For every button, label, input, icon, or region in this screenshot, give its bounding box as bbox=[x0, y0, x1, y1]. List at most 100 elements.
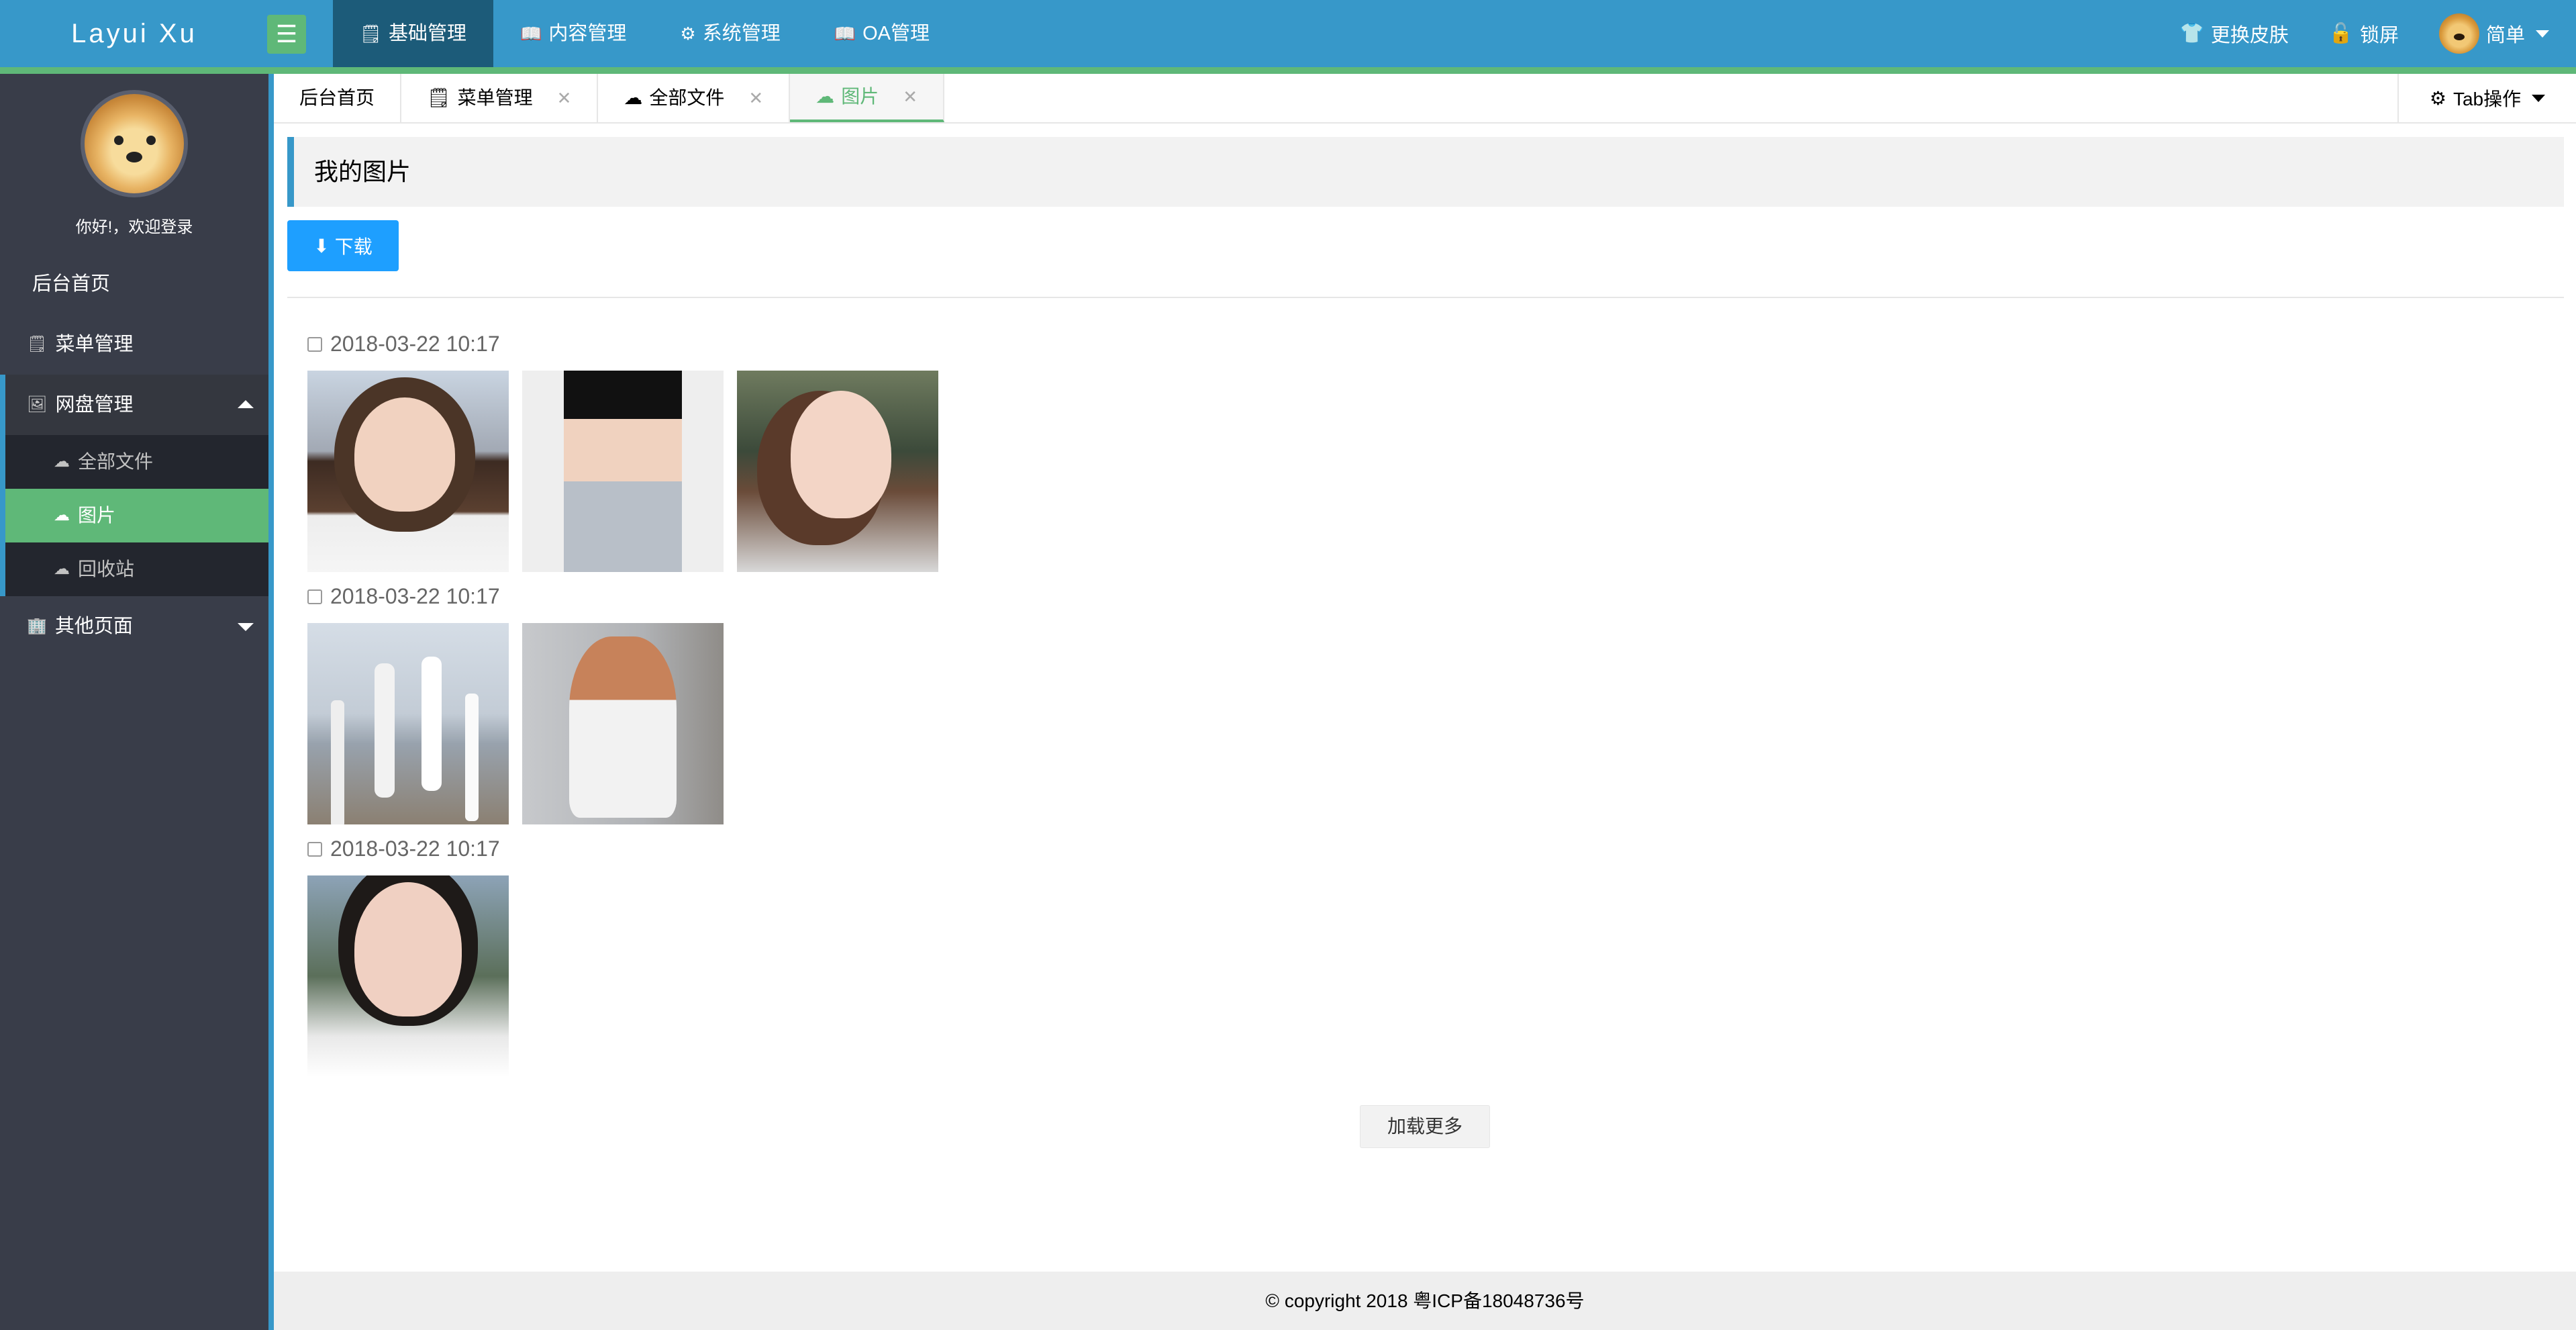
sidebar-item-menu-manage[interactable]: 🗒 菜单管理 bbox=[0, 314, 268, 375]
chevron-down-icon bbox=[2532, 94, 2546, 102]
photo-group-header: 2018-03-22 10:17 bbox=[307, 837, 500, 861]
group-checkbox[interactable] bbox=[307, 841, 322, 857]
photo-thumbnail[interactable] bbox=[307, 875, 509, 1077]
tab-label: 后台首页 bbox=[299, 87, 375, 108]
top-right-actions: 👕 更换皮肤 🔓 锁屏 简单 bbox=[2180, 0, 2549, 67]
tab-list: 后台首页 🗒 菜单管理 ✕ ☁ 全部文件 ✕ ☁ 图片 ✕ bbox=[274, 74, 944, 122]
top-header: Layui Xu ☰ 🗒 基础管理 📖 内容管理 ⚙ 系统管理 📖 OA管理 👕… bbox=[0, 0, 2576, 67]
photo-thumbnail[interactable] bbox=[522, 371, 724, 572]
netdisk-submenu: ☁ 全部文件 ☁ 图片 ☁ 回收站 bbox=[0, 435, 268, 596]
tab-label: 图片 bbox=[841, 86, 879, 107]
change-skin-button[interactable]: 👕 更换皮肤 bbox=[2180, 19, 2289, 48]
lock-screen-label: 锁屏 bbox=[2359, 25, 2399, 46]
welcome-text: 你好!，欢迎登录 bbox=[75, 218, 193, 236]
sidebar: 你好!，欢迎登录 后台首页 🗒 菜单管理 🖼 网盘管理 ☁ 全部文件 ☁ 图片 … bbox=[0, 74, 268, 1330]
photo-thumbnail[interactable] bbox=[522, 623, 724, 824]
header-accent-line bbox=[0, 67, 2576, 74]
close-icon[interactable]: ✕ bbox=[748, 74, 763, 122]
tab-all-files[interactable]: ☁ 全部文件 ✕ bbox=[598, 74, 791, 122]
tab-bar: 后台首页 🗒 菜单管理 ✕ ☁ 全部文件 ✕ ☁ 图片 ✕ ⚙ Tab操作 bbox=[274, 74, 2576, 124]
chevron-up-icon bbox=[238, 400, 254, 408]
chevron-down-icon bbox=[238, 623, 254, 631]
cloud-icon: ☁ bbox=[54, 560, 70, 578]
doc-icon: 🗒 bbox=[360, 23, 383, 44]
sidebar-item-label: 网盘管理 bbox=[55, 394, 134, 416]
photo-thumbnail[interactable] bbox=[307, 371, 509, 572]
tab-pictures[interactable]: ☁ 图片 ✕ bbox=[790, 74, 944, 122]
page-title: 我的图片 bbox=[287, 137, 2564, 207]
change-skin-label: 更换皮肤 bbox=[2210, 25, 2289, 46]
divider bbox=[287, 297, 2564, 298]
avatar bbox=[2438, 13, 2479, 54]
cloud-icon: ☁ bbox=[815, 86, 835, 107]
group-date: 2018-03-22 10:17 bbox=[330, 332, 500, 356]
main-content: 我的图片 ⬇ 下载 2018-03-22 10:17 2018-03-22 10… bbox=[274, 124, 2576, 1272]
hamburger-icon: ☰ bbox=[275, 20, 298, 48]
sidebar-item-netdisk[interactable]: 🖼 网盘管理 bbox=[0, 375, 268, 435]
close-icon[interactable]: ✕ bbox=[903, 73, 918, 121]
sidebar-item-all-files[interactable]: ☁ 全部文件 bbox=[5, 435, 268, 489]
sidebar-subitem-label: 回收站 bbox=[78, 559, 135, 579]
sidebar-subitem-label: 图片 bbox=[78, 505, 116, 526]
cloud-download-icon: ⬇ bbox=[313, 235, 330, 256]
top-nav-label: 基础管理 bbox=[389, 23, 467, 44]
tab-label: 菜单管理 bbox=[457, 87, 533, 108]
avatar-nose bbox=[126, 152, 142, 162]
logo[interactable]: Layui Xu bbox=[0, 0, 268, 67]
cloud-icon: ☁ bbox=[54, 453, 70, 471]
top-nav-content[interactable]: 📖 内容管理 bbox=[493, 0, 653, 67]
chevron-down-icon bbox=[2536, 30, 2549, 38]
group-checkbox[interactable] bbox=[307, 589, 322, 604]
sidebar-subitem-label: 全部文件 bbox=[78, 451, 154, 472]
book-icon: 📖 bbox=[834, 23, 856, 44]
sidebar-item-label: 菜单管理 bbox=[55, 334, 134, 355]
top-nav-basic[interactable]: 🗒 基础管理 bbox=[333, 0, 494, 67]
photo-group-header: 2018-03-22 10:17 bbox=[307, 584, 500, 609]
tab-home[interactable]: 后台首页 bbox=[274, 74, 402, 122]
user-menu[interactable]: 简单 bbox=[2438, 13, 2549, 54]
sidebar-avatar[interactable] bbox=[81, 90, 188, 197]
top-nav-label: 系统管理 bbox=[702, 23, 781, 44]
sidebar-item-pictures[interactable]: ☁ 图片 bbox=[5, 489, 268, 542]
group-date: 2018-03-22 10:17 bbox=[330, 584, 500, 608]
doc-icon: 🗒 bbox=[27, 335, 48, 353]
tab-menu-manage[interactable]: 🗒 菜单管理 ✕ bbox=[401, 74, 599, 122]
gear-icon: ⚙ bbox=[2429, 87, 2446, 109]
load-more-button[interactable]: 加载更多 bbox=[1360, 1105, 1490, 1148]
photo-thumbnail[interactable] bbox=[307, 623, 509, 824]
lock-icon: 🔓 bbox=[2328, 23, 2353, 44]
tab-ops-label: Tab操作 bbox=[2453, 89, 2522, 109]
image-icon: 🖼 bbox=[27, 395, 48, 414]
footer: © copyright 2018 粤ICP备18048736号 bbox=[274, 1272, 2576, 1330]
sidebar-item-recycle-bin[interactable]: ☁ 回收站 bbox=[5, 542, 268, 596]
photo-thumbnail[interactable] bbox=[737, 371, 938, 572]
menu-toggle-button[interactable]: ☰ bbox=[267, 15, 306, 54]
doc-icon: 🗒 bbox=[427, 87, 451, 108]
shirt-icon: 👕 bbox=[2179, 23, 2204, 44]
top-nav-oa[interactable]: 📖 OA管理 bbox=[807, 0, 956, 67]
group-checkbox[interactable] bbox=[307, 336, 322, 352]
cloud-icon: ☁ bbox=[54, 506, 70, 524]
sidebar-item-other-pages[interactable]: 🏢 其他页面 bbox=[0, 596, 268, 657]
tab-label: 全部文件 bbox=[649, 87, 725, 108]
photo-group-header: 2018-03-22 10:17 bbox=[307, 332, 500, 357]
download-label: 下载 bbox=[334, 236, 373, 257]
book-icon: 📖 bbox=[520, 23, 542, 44]
sidebar-edge bbox=[268, 74, 274, 1330]
gear-icon: ⚙ bbox=[680, 23, 696, 44]
tab-operations-dropdown[interactable]: ⚙ Tab操作 bbox=[2397, 74, 2576, 122]
building-icon: 🏢 bbox=[27, 617, 47, 635]
download-button[interactable]: ⬇ 下载 bbox=[287, 220, 399, 271]
lock-screen-button[interactable]: 🔓 锁屏 bbox=[2329, 19, 2399, 48]
cloud-icon: ☁ bbox=[624, 87, 643, 108]
top-nav-system[interactable]: ⚙ 系统管理 bbox=[653, 0, 807, 67]
avatar-eye bbox=[146, 136, 156, 145]
sidebar-item-label: 其他页面 bbox=[54, 616, 133, 637]
group-date: 2018-03-22 10:17 bbox=[330, 837, 500, 861]
close-icon[interactable]: ✕ bbox=[557, 74, 572, 122]
avatar-eye bbox=[114, 136, 123, 145]
sidebar-item-label: 后台首页 bbox=[32, 273, 111, 295]
sidebar-item-home[interactable]: 后台首页 bbox=[0, 254, 268, 314]
top-nav-label: OA管理 bbox=[862, 23, 930, 44]
top-nav: 🗒 基础管理 📖 内容管理 ⚙ 系统管理 📖 OA管理 bbox=[333, 0, 956, 67]
